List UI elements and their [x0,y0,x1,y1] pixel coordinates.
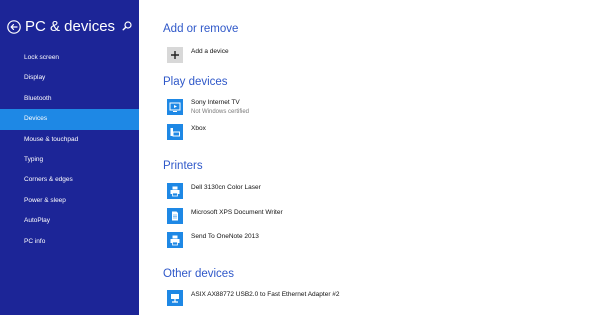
printer-item-dell[interactable]: Dell 3130cn Color Laser [167,183,261,199]
section-title-play-devices: Play devices [163,76,228,88]
tv-icon [169,102,181,112]
settings-window: PC & devices Lock screen Display Bluetoo… [0,0,600,315]
sidebar-nav: Lock screen Display Bluetooth Devices Mo… [0,48,139,252]
add-device-label: Add a device [191,48,229,55]
printer-name: Microsoft XPS Document Writer [191,209,283,216]
sidebar-item-bluetooth[interactable]: Bluetooth [0,89,139,109]
sidebar-item-autoplay[interactable]: AutoPlay [0,211,139,231]
printer-icon [170,235,180,246]
sidebar: PC & devices Lock screen Display Bluetoo… [0,0,139,315]
device-tile [167,124,183,140]
printer-item-xps[interactable]: Microsoft XPS Document Writer [167,208,283,224]
plus-icon [171,51,179,59]
section-title-add-remove: Add or remove [163,23,239,35]
sidebar-item-power-sleep[interactable]: Power & sleep [0,191,139,211]
device-name: Sony Internet TV [191,99,240,106]
printer-item-onenote[interactable]: Send To OneNote 2013 [167,232,259,248]
add-device-button[interactable]: Add a device [167,47,229,63]
sidebar-item-mouse-touchpad[interactable]: Mouse & touchpad [0,130,139,150]
section-title-other-devices: Other devices [163,268,234,280]
add-tile [167,47,183,63]
xbox-icon [170,128,180,137]
sidebar-item-devices[interactable]: Devices [0,109,139,130]
printer-tile [167,232,183,248]
device-name: Xbox [191,125,206,132]
main-content: Add or remove Add a device Play devices [139,0,600,315]
sidebar-item-display[interactable]: Display [0,68,139,88]
document-printer-icon [172,211,178,221]
device-tile [167,290,183,306]
printer-tile [167,208,183,224]
device-item-asix-adapter[interactable]: ASIX AX88772 USB2.0 to Fast Ethernet Ada… [167,290,340,306]
device-status: Not Windows certified [191,109,250,115]
sidebar-header: PC & devices [0,0,139,46]
sidebar-item-lock-screen[interactable]: Lock screen [0,48,139,68]
back-arrow-icon[interactable] [7,20,21,34]
page-title: PC & devices [25,18,116,35]
sidebar-item-pc-info[interactable]: PC info [0,232,139,252]
device-item-xbox[interactable]: Xbox [167,124,206,140]
printer-name: Dell 3130cn Color Laser [191,184,261,191]
device-name: ASIX AX88772 USB2.0 to Fast Ethernet Ada… [191,291,340,298]
device-item-sony-tv[interactable]: Sony Internet TV Not Windows certified [167,99,249,116]
device-tile [167,99,183,115]
printer-icon [170,186,180,197]
section-title-printers: Printers [163,160,203,172]
printer-tile [167,183,183,199]
sidebar-item-typing[interactable]: Typing [0,150,139,170]
search-icon[interactable] [122,21,132,31]
sidebar-item-corners-edges[interactable]: Corners & edges [0,170,139,190]
network-adapter-icon [171,294,179,303]
printer-name: Send To OneNote 2013 [191,233,259,240]
